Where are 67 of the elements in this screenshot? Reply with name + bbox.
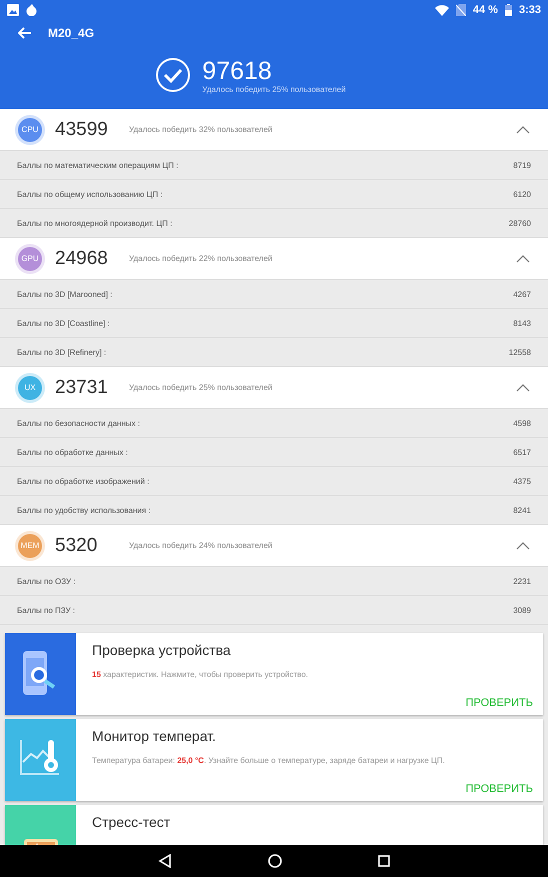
back-icon[interactable] xyxy=(158,854,172,868)
category-badge: GPU xyxy=(18,246,42,270)
score-value: 4598 xyxy=(513,418,531,428)
image-icon xyxy=(7,4,19,16)
score-label: Баллы по 3D [Refinery] : xyxy=(17,348,106,356)
device-name: M20_4G xyxy=(48,26,94,40)
score-value: 8241 xyxy=(513,506,531,514)
score-label: Баллы по ПЗУ : xyxy=(17,606,76,614)
category-score: 5320 xyxy=(55,534,98,556)
section-header[interactable]: CPU 43599 Удалось победить 32% пользователей xyxy=(0,109,548,151)
wifi-icon xyxy=(434,4,449,16)
score-value: 6120 xyxy=(513,190,531,198)
home-icon[interactable] xyxy=(268,854,282,868)
check-circle-icon xyxy=(156,58,190,92)
no-sim-icon xyxy=(456,4,466,16)
battery-percent: 44 % xyxy=(472,4,498,16)
section-header[interactable]: UX 23731 Удалось победить 25% пользователей xyxy=(0,367,548,409)
feature-card[interactable]: Стресс-тест xyxy=(5,805,543,845)
score-label: Баллы по 3D [Marooned] : xyxy=(17,290,112,298)
total-score: 97618 xyxy=(202,56,273,84)
score-label: Баллы по многоядерной производит. ЦП : xyxy=(17,218,172,228)
feature-card[interactable]: Монитор температ. Температура батареи: 25,0 °C. Узнайте больше о температуре, заряде батареи и нагрузке ЦП. ПРОВЕРИТЬ xyxy=(5,719,543,801)
category-score: 24968 xyxy=(55,248,109,270)
score-label: Баллы по обработке изображений : xyxy=(17,476,150,486)
score-label: Баллы по математическим операциям ЦП : xyxy=(17,160,178,170)
category-subtitle: Удалось победить 32% пользователей xyxy=(129,125,274,134)
category-score: 43599 xyxy=(55,118,109,140)
score-label: Баллы по безопасности данных : xyxy=(17,418,140,428)
score-value: 12558 xyxy=(508,348,531,356)
score-value: 6517 xyxy=(513,448,531,456)
card-title: Монитор температ. xyxy=(92,728,217,744)
category-subtitle: Удалось победить 24% пользователей xyxy=(129,541,274,550)
score-value: 4267 xyxy=(513,290,531,298)
section-header[interactable]: MEM 5320 Удалось победить 24% пользователей xyxy=(0,525,548,567)
score-value: 3089 xyxy=(513,606,531,614)
feature-card[interactable]: Проверка устройства 15 характеристик. Нажмите, чтобы проверить устройство. ПРОВЕРИТЬ xyxy=(5,633,543,715)
category-badge: MEM xyxy=(18,534,42,558)
back-arrow-icon[interactable] xyxy=(18,26,32,38)
category-score: 23731 xyxy=(55,376,109,398)
score-label: Баллы по обработке данных : xyxy=(17,448,128,456)
chevron-up-icon[interactable] xyxy=(516,542,530,550)
chevron-up-icon[interactable] xyxy=(516,126,530,134)
score-value: 28760 xyxy=(508,218,531,228)
category-badge: UX xyxy=(18,376,42,400)
score-value: 4375 xyxy=(513,476,531,486)
card-title: Проверка устройства xyxy=(92,642,232,658)
chevron-up-icon[interactable] xyxy=(516,254,530,262)
recents-icon[interactable] xyxy=(378,855,390,867)
score-value: 2231 xyxy=(513,576,531,586)
score-value: 8143 xyxy=(513,318,531,328)
chevron-up-icon[interactable] xyxy=(516,384,530,392)
card-description: 15 характеристик. Нажмите, чтобы проверить устройство. xyxy=(92,670,310,679)
clock: 3:33 xyxy=(518,4,541,16)
category-badge: CPU xyxy=(18,118,42,142)
category-subtitle: Удалось победить 25% пользователей xyxy=(129,383,274,392)
score-label: Баллы по удобству использования : xyxy=(17,506,151,514)
score-label: Баллы по общему использованию ЦП : xyxy=(17,190,163,198)
score-value: 8719 xyxy=(513,160,531,170)
score-label: Баллы по 3D [Coastline] : xyxy=(17,318,110,328)
card-title: Стресс-тест xyxy=(92,814,172,830)
card-description: Температура батареи: 25,0 °C. Узнайте больше о температуре, заряде батареи и нагрузке ЦП. xyxy=(92,756,446,765)
category-subtitle: Удалось победить 22% пользователей xyxy=(129,254,274,263)
total-subtitle: Удалось победить 25% пользователей xyxy=(202,84,346,94)
score-label: Баллы по ОЗУ : xyxy=(17,576,76,586)
battery-icon xyxy=(504,4,512,16)
section-header[interactable]: GPU 24968 Удалось победить 22% пользователей xyxy=(0,238,548,280)
drop-icon xyxy=(26,4,38,16)
